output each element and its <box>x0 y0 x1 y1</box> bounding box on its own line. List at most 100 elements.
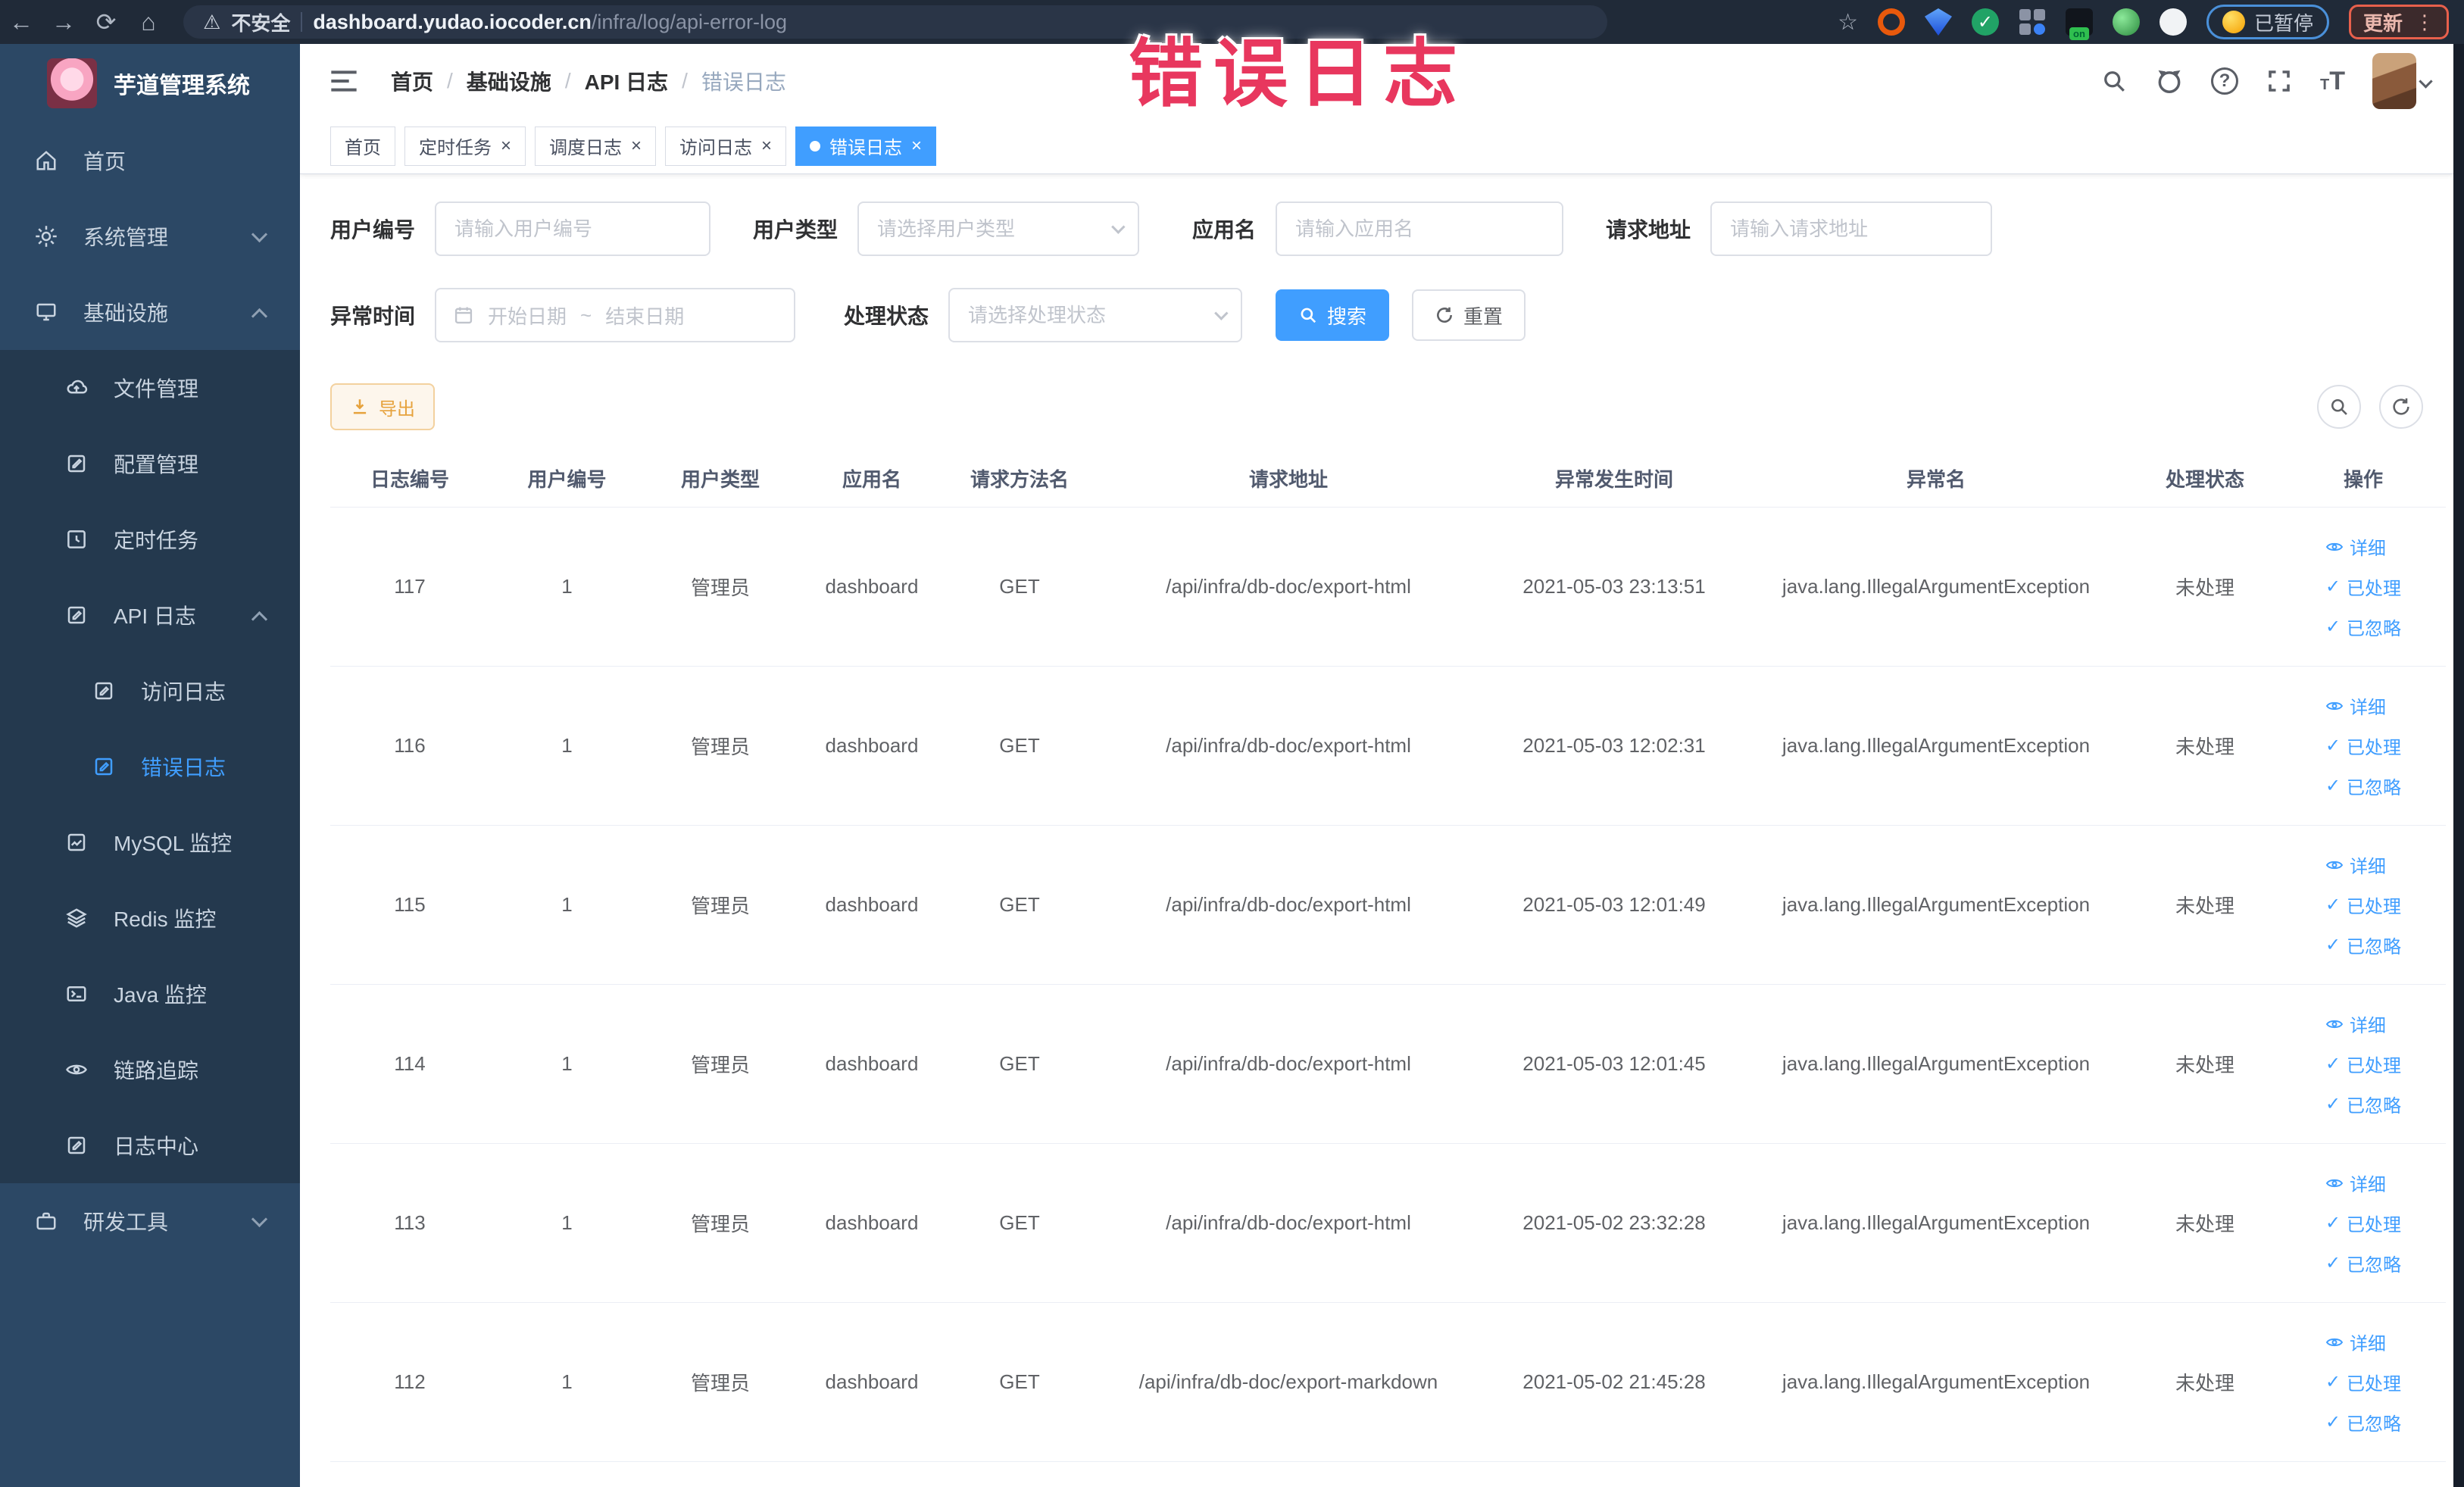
mark-ignored-link[interactable]: ✓ 已忽略 <box>2325 932 2401 958</box>
close-icon[interactable]: × <box>631 136 642 157</box>
sidebar-item-error-log[interactable]: 错误日志 <box>0 729 300 804</box>
mark-processed-link[interactable]: ✓ 已处理 <box>2325 1051 2401 1077</box>
mark-ignored-link[interactable]: ✓ 已忽略 <box>2325 773 2401 799</box>
sidebar-item-config[interactable]: 配置管理 <box>0 426 300 501</box>
font-size-icon[interactable]: TT <box>2320 67 2345 96</box>
detail-link[interactable]: 详细 <box>2325 1170 2386 1196</box>
hamburger-icon[interactable] <box>329 68 359 94</box>
sidebar-item-api-log[interactable]: API 日志 <box>0 577 300 653</box>
cell-exception: java.lang.IllegalArgumentException <box>1782 1052 2091 1075</box>
extensions-grid-icon[interactable] <box>2019 8 2046 36</box>
extension-icon-paw[interactable] <box>2159 8 2187 36</box>
refresh-table-button[interactable] <box>2379 385 2423 429</box>
cell-status: 未处理 <box>2175 1213 2234 1236</box>
user-type-select-input[interactable] <box>857 201 1140 256</box>
sidebar-item-system[interactable]: 系统管理 <box>0 198 300 274</box>
breadcrumb-separator: / <box>447 69 453 92</box>
detail-link[interactable]: 详细 <box>2325 533 2386 560</box>
app-name-input[interactable] <box>1276 201 1564 256</box>
sidebar-item-log-center[interactable]: 日志中心 <box>0 1107 300 1183</box>
browser-update-button[interactable]: 更新 ⋮ <box>2348 5 2449 39</box>
mark-processed-link[interactable]: ✓ 已处理 <box>2325 892 2401 918</box>
avatar[interactable] <box>2372 53 2433 109</box>
sidebar-item-devtool[interactable]: 研发工具 <box>0 1183 300 1259</box>
eye-icon <box>2325 1020 2344 1028</box>
cell-time: 2021-05-03 12:01:45 <box>1522 1052 1706 1075</box>
close-icon[interactable]: × <box>761 136 772 157</box>
help-glyph: ? <box>2219 70 2231 91</box>
detail-link[interactable]: 详细 <box>2325 1329 2386 1355</box>
chevron-down-icon <box>251 226 268 243</box>
breadcrumb-api-log[interactable]: API 日志 <box>585 66 668 96</box>
mark-processed-link[interactable]: ✓ 已处理 <box>2325 573 2401 600</box>
request-url-input[interactable] <box>1710 201 1993 256</box>
tab-job[interactable]: 定时任务 × <box>404 126 526 166</box>
mark-ignored-link[interactable]: ✓ 已忽略 <box>2325 1091 2401 1117</box>
security-warning-icon[interactable]: ⚠ <box>203 11 220 34</box>
process-status-select[interactable] <box>948 288 1243 342</box>
app-logo-row[interactable]: 芋道管理系统 <box>0 44 300 123</box>
monitor-icon <box>36 303 56 321</box>
tab-access-log[interactable]: 访问日志 × <box>665 126 787 166</box>
help-icon[interactable]: ? <box>2211 67 2238 95</box>
tab-home[interactable]: 首页 <box>330 126 395 166</box>
sidebar-item-file[interactable]: 文件管理 <box>0 350 300 426</box>
mark-ignored-link[interactable]: ✓ 已忽略 <box>2325 1409 2401 1435</box>
mark-ignored-link[interactable]: ✓ 已忽略 <box>2325 614 2401 640</box>
fullscreen-icon[interactable] <box>2266 67 2293 95</box>
user-type-select[interactable] <box>857 201 1140 256</box>
forward-icon[interactable]: → <box>42 8 85 36</box>
cell-user-type: 管理员 <box>690 1054 750 1076</box>
sidebar-item-mysql[interactable]: MySQL 监控 <box>0 804 300 880</box>
avatar-image <box>2372 53 2416 109</box>
breadcrumb-home[interactable]: 首页 <box>391 66 433 96</box>
mark-ignored-link[interactable]: ✓ 已忽略 <box>2325 1250 2401 1276</box>
process-status-select-input[interactable] <box>948 288 1243 342</box>
sidebar-item-java[interactable]: Java 监控 <box>0 956 300 1032</box>
extension-icon-check[interactable]: ✓ <box>1971 8 1999 36</box>
toggle-search-button[interactable] <box>2317 385 2361 429</box>
end-date-placeholder[interactable]: 结束日期 <box>605 301 684 330</box>
extension-icon-adblock[interactable] <box>1877 8 1905 36</box>
sidebar-item-home[interactable]: 首页 <box>0 123 300 198</box>
sidebar-item-access-log[interactable]: 访问日志 <box>0 653 300 729</box>
url-text[interactable]: dashboard.yudao.iocoder.cn/infra/log/api… <box>313 11 787 34</box>
bookmark-star-icon[interactable]: ☆ <box>1838 9 1858 36</box>
detail-link[interactable]: 详细 <box>2325 1011 2386 1037</box>
exception-time-range-picker[interactable]: 开始日期 ~ 结束日期 <box>435 288 796 342</box>
tab-schedule-log[interactable]: 调度日志 × <box>535 126 657 166</box>
profile-paused-pill[interactable]: 已暂停 <box>2206 5 2329 39</box>
start-date-placeholder[interactable]: 开始日期 <box>488 301 567 330</box>
log-edit-icon <box>95 758 113 776</box>
sidebar-item-infra[interactable]: 基础设施 <box>0 274 300 350</box>
search-icon[interactable] <box>2100 67 2128 95</box>
home-icon <box>36 151 56 170</box>
refresh-icon <box>2393 398 2409 415</box>
sidebar-item-job[interactable]: 定时任务 <box>0 501 300 577</box>
reload-icon[interactable]: ⟳ <box>85 8 127 36</box>
back-icon[interactable]: ← <box>0 8 42 36</box>
tab-error-log[interactable]: 错误日志 × <box>795 126 937 166</box>
close-icon[interactable]: × <box>501 136 511 157</box>
kebab-menu-icon[interactable]: ⋮ <box>2415 11 2434 34</box>
sidebar-item-trace[interactable]: 链路追踪 <box>0 1032 300 1107</box>
extension-icon-leaf[interactable] <box>2112 8 2140 36</box>
close-icon[interactable]: × <box>911 136 922 157</box>
export-button[interactable]: 导出 <box>330 383 435 430</box>
mark-processed-link[interactable]: ✓ 已处理 <box>2325 733 2401 759</box>
breadcrumb-infra[interactable]: 基础设施 <box>467 66 551 96</box>
mark-processed-link[interactable]: ✓ 已处理 <box>2325 1369 2401 1395</box>
reset-button[interactable]: 重置 <box>1412 289 1526 341</box>
detail-link[interactable]: 详细 <box>2325 692 2386 719</box>
home-icon[interactable]: ⌂ <box>127 8 170 36</box>
scrollbar[interactable] <box>2453 44 2464 1487</box>
extension-icon-shield[interactable] <box>1924 8 1952 36</box>
address-bar[interactable]: ⚠ 不安全 dashboard.yudao.iocoder.cn/infra/l… <box>183 5 1607 39</box>
user-id-input[interactable] <box>435 201 711 256</box>
sidebar-item-redis[interactable]: Redis 监控 <box>0 880 300 956</box>
search-button[interactable]: 搜索 <box>1276 289 1390 341</box>
detail-link[interactable]: 详细 <box>2325 851 2386 878</box>
github-icon[interactable] <box>2155 67 2184 95</box>
extension-icon-tampermonkey[interactable]: on <box>2065 8 2093 40</box>
mark-processed-link[interactable]: ✓ 已处理 <box>2325 1210 2401 1236</box>
